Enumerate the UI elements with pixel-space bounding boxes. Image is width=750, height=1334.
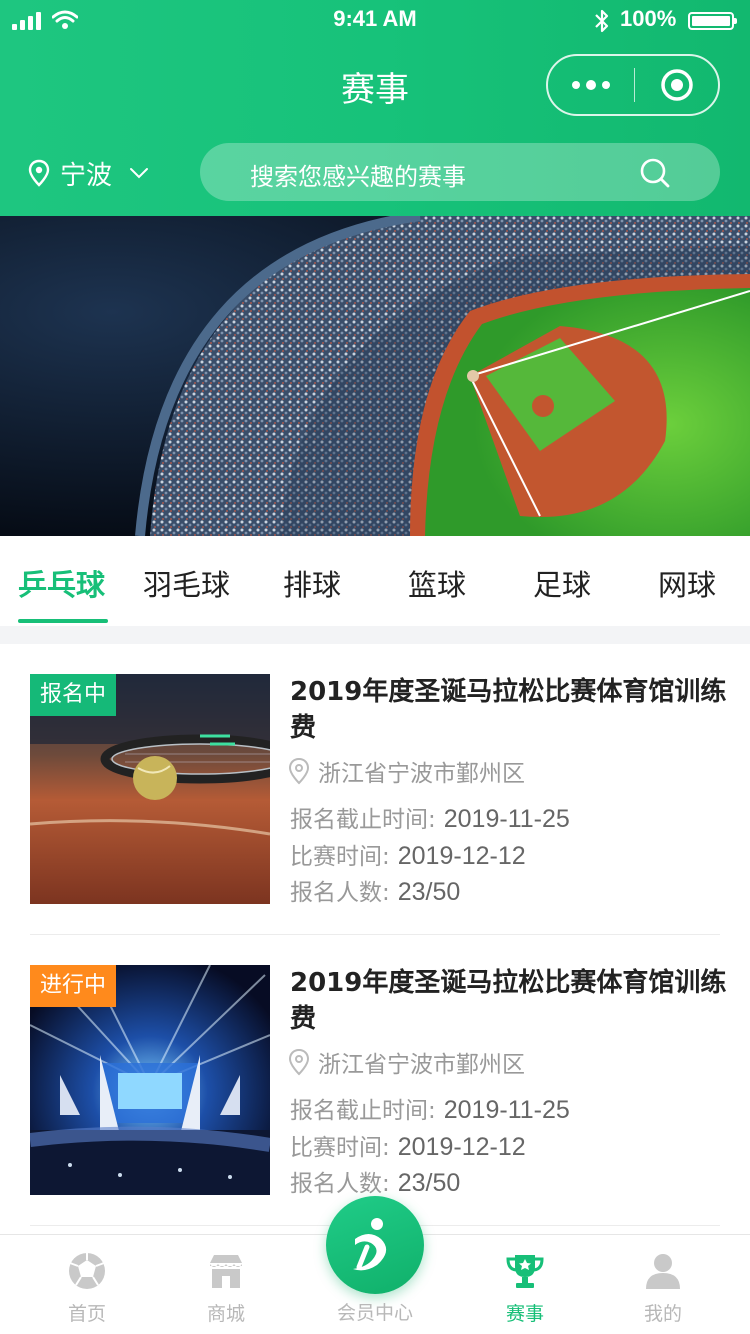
tabbar-home[interactable]: 首页 [27, 1235, 147, 1334]
tabbar-mine[interactable]: 我的 [603, 1235, 723, 1334]
signup-count-value: 23/50 [397, 1169, 461, 1197]
tab-basketball[interactable]: 篮球 [408, 562, 466, 604]
user-icon [646, 1254, 680, 1289]
store-icon [210, 1255, 242, 1288]
signup-count-label: 报名人数: [290, 1171, 390, 1197]
battery-percent: 100% [620, 6, 677, 31]
tab-pingpong[interactable]: 乒乓球 [18, 562, 105, 604]
tabbar-store[interactable]: 商城 [166, 1235, 286, 1334]
member-logo-icon [353, 1218, 387, 1271]
signup-deadline: 报名截止时间: 2019-11-25 [290, 1091, 570, 1125]
dot-icon [586, 80, 596, 90]
tabbar-events-label: 赛事 [505, 1303, 544, 1325]
trophy-icon [506, 1255, 544, 1288]
event-title: 2019年度圣诞马拉松比赛体育馆训练费 [290, 968, 727, 1034]
target-icon [660, 69, 693, 101]
event-location: 浙江省宁波市鄞州区 [288, 754, 525, 788]
search-placeholder: 搜索您感兴趣的赛事 [250, 163, 466, 191]
tabbar-store-label: 商城 [206, 1303, 245, 1325]
tabbar-home-label: 首页 [67, 1303, 106, 1325]
event-card[interactable]: 进行中 2019年度圣诞马拉松比赛体育馆训练费 浙江省宁波市鄞州区 报名截止时间… [30, 965, 726, 1198]
signup-count-label: 报名人数: [290, 880, 390, 906]
tabbar-mine-label: 我的 [643, 1303, 682, 1325]
location-pin-icon [288, 1048, 310, 1076]
more-button[interactable] [548, 56, 634, 114]
tab-tennis[interactable]: 网球 [658, 562, 716, 604]
event-location-text: 浙江省宁波市鄞州区 [318, 761, 525, 787]
match-time-value: 2019-12-12 [397, 1133, 526, 1161]
mini-program-capsule [546, 54, 720, 116]
city-selector[interactable]: 宁波 [28, 152, 150, 194]
event-card[interactable]: 报名中 2019年度圣诞马拉松比赛体育馆训练费 浙江省宁波市鄞州区 报名截止时间… [30, 674, 726, 907]
signup-deadline: 报名截止时间: 2019-11-25 [290, 800, 570, 834]
location-pin-icon [288, 757, 310, 785]
tab-volleyball[interactable]: 排球 [283, 562, 341, 604]
signup-count: 报名人数: 23/50 [290, 873, 460, 907]
signup-deadline-label: 报名截止时间: [290, 807, 436, 833]
signup-deadline-label: 报名截止时间: [290, 1098, 436, 1124]
signup-deadline-value: 2019-11-25 [443, 1096, 570, 1124]
match-time-label: 比赛时间: [290, 1135, 390, 1161]
event-thumbnail: 报名中 [30, 674, 270, 904]
signup-count: 报名人数: 23/50 [290, 1164, 460, 1198]
section-divider [0, 626, 750, 644]
tabbar-events[interactable]: 赛事 [465, 1235, 585, 1334]
signup-deadline-value: 2019-11-25 [443, 805, 570, 833]
close-mini-program-button[interactable] [635, 68, 718, 102]
status-badge: 进行中 [30, 965, 117, 1007]
match-time: 比赛时间: 2019-12-12 [290, 1128, 526, 1162]
event-thumbnail: 进行中 [30, 965, 270, 1195]
match-time-value: 2019-12-12 [397, 842, 526, 870]
dot-icon [572, 81, 580, 89]
ball-icon [69, 1253, 105, 1289]
city-name: 宁波 [60, 160, 113, 191]
dot-icon [602, 81, 610, 89]
location-pin-icon [28, 159, 50, 187]
event-title: 2019年度圣诞马拉松比赛体育馆训练费 [290, 677, 727, 743]
match-time: 比赛时间: 2019-12-12 [290, 837, 526, 871]
match-time-label: 比赛时间: [290, 844, 390, 870]
tab-football[interactable]: 足球 [533, 562, 591, 604]
search-bar[interactable]: 搜索您感兴趣的赛事 [200, 143, 720, 201]
card-divider [30, 934, 720, 935]
category-tabs: 乒乓球 羽毛球 排球 篮球 足球 网球 [0, 536, 750, 626]
search-icon [640, 158, 670, 188]
battery-icon [688, 12, 737, 30]
member-center-button[interactable] [326, 1196, 424, 1294]
tab-badminton[interactable]: 羽毛球 [143, 562, 230, 604]
event-location: 浙江省宁波市鄞州区 [288, 1045, 525, 1079]
event-location-text: 浙江省宁波市鄞州区 [318, 1052, 525, 1078]
bluetooth-icon [595, 9, 609, 33]
banner-image[interactable] [0, 216, 750, 536]
chevron-down-icon [130, 168, 149, 179]
signup-count-value: 23/50 [397, 878, 461, 906]
status-badge: 报名中 [30, 674, 117, 716]
header: 9:41 AM 100% 赛事 宁波 搜索您感兴趣的赛事 [0, 0, 750, 216]
status-bar: 9:41 AM 100% [0, 0, 750, 40]
member-center-label: 会员中心 [336, 1302, 413, 1324]
active-tab-indicator [18, 619, 108, 623]
